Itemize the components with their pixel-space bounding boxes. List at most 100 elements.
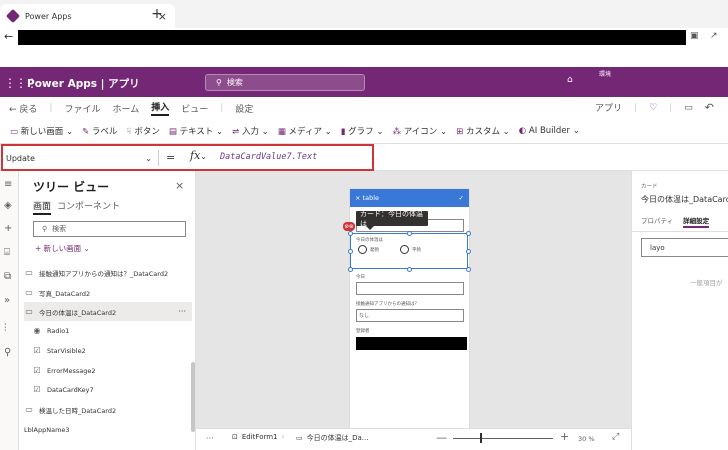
layers-icon[interactable]: ◈ bbox=[4, 200, 12, 211]
resize-handle[interactable] bbox=[348, 231, 353, 236]
resize-handle[interactable] bbox=[466, 267, 471, 272]
icons-button[interactable]: ⁂ アイコン ⌄ bbox=[393, 125, 448, 137]
chart-button[interactable]: ▮ グラフ ⌄ bbox=[341, 125, 384, 137]
button-label: ボタン bbox=[134, 127, 160, 137]
menu-file[interactable]: ファイル bbox=[64, 102, 100, 115]
resize-handle[interactable] bbox=[348, 267, 353, 272]
tree-item[interactable]: ▭ 写真_DataCard2 bbox=[24, 283, 192, 302]
power-automate-icon[interactable]: » bbox=[4, 295, 10, 306]
header-search-input[interactable]: ⚲ 検索 bbox=[205, 74, 365, 91]
radio-normal-label: 平熱 bbox=[412, 248, 421, 253]
card-icon: ▭ bbox=[25, 288, 33, 297]
zoom-in-button[interactable]: + bbox=[560, 430, 569, 443]
breadcrumb-card[interactable]: ▭ 今日の体温は_Da... bbox=[296, 433, 368, 443]
notice-field-value: なし bbox=[359, 313, 370, 319]
custom-button[interactable]: ⊞ カスタム ⌄ bbox=[456, 125, 510, 137]
data-icon[interactable]: ⌸ bbox=[4, 247, 10, 258]
insert-icon[interactable]: + bbox=[4, 223, 12, 234]
properties-tabs: プロパティ 詳細設定 bbox=[641, 215, 710, 228]
tab-components[interactable]: コンポーネント bbox=[57, 199, 120, 215]
radio-fever-label: 発熱 bbox=[370, 248, 379, 253]
comment-icon[interactable]: ▭ bbox=[684, 103, 693, 113]
resize-handle[interactable] bbox=[466, 249, 471, 254]
back-button[interactable]: ← 戻る bbox=[9, 102, 37, 115]
resize-handle[interactable] bbox=[466, 231, 471, 236]
share-icon[interactable]: ↗ bbox=[710, 31, 718, 41]
new-screen-button[interactable]: ▭ 新しい画面 ⌄ bbox=[10, 125, 73, 137]
icons-label: アイコン bbox=[403, 127, 438, 137]
tree-scrollbar[interactable] bbox=[191, 362, 195, 432]
separator: | bbox=[669, 102, 673, 113]
error-icon[interactable]: ⊗⊗ bbox=[343, 222, 355, 231]
stethoscope-icon[interactable]: ♡ bbox=[649, 103, 657, 113]
extension-icon[interactable]: ▣ bbox=[690, 31, 699, 41]
breadcrumb-card-label: 今日の体温は_Da... bbox=[306, 434, 369, 442]
text-button[interactable]: ▤ テキスト ⌄ bbox=[169, 125, 223, 137]
browser-back-button[interactable]: ← bbox=[4, 30, 13, 43]
properties-panel bbox=[631, 171, 728, 450]
edit-icon: ☑ bbox=[33, 346, 41, 355]
new-tab-button[interactable]: + bbox=[150, 6, 164, 22]
breadcrumb-form[interactable]: ⊡ EditForm1 › bbox=[232, 433, 284, 441]
tab-properties[interactable]: プロパティ bbox=[641, 215, 673, 228]
label-button[interactable]: ✎ ラベル bbox=[82, 125, 117, 137]
resize-handle[interactable] bbox=[348, 249, 353, 254]
form-header: × table ✓ bbox=[350, 189, 469, 207]
radio-normal[interactable] bbox=[400, 245, 409, 254]
button-button[interactable]: ☟ ボタン bbox=[126, 125, 159, 137]
tree-item[interactable]: ☑ ErrorMessage2 bbox=[32, 361, 200, 380]
check-icon[interactable]: ✓ bbox=[459, 194, 464, 202]
app-checker-label[interactable]: アプリ bbox=[595, 101, 622, 114]
tree-view-title: ツリー ビュー bbox=[33, 180, 110, 194]
custom-label: カスタム bbox=[465, 127, 500, 137]
search-icon[interactable]: ⚲ bbox=[4, 347, 11, 358]
media-icon[interactable]: ⧉ bbox=[4, 271, 11, 282]
resize-handle[interactable] bbox=[407, 267, 412, 272]
registrant-field-redacted[interactable] bbox=[356, 337, 467, 350]
ai-builder-button[interactable]: ◐ AI Builder ⌄ bbox=[519, 126, 580, 136]
breadcrumb-overflow[interactable]: ··· bbox=[206, 434, 214, 443]
close-icon[interactable]: × bbox=[355, 194, 360, 202]
menu-settings[interactable]: 設定 bbox=[235, 102, 253, 115]
menu-insert[interactable]: 挿入 bbox=[151, 100, 170, 116]
form-header-left: × table bbox=[355, 194, 379, 202]
zoom-slider[interactable] bbox=[453, 438, 553, 439]
resize-handle[interactable] bbox=[407, 231, 412, 236]
tree-item[interactable]: LblAppName3 bbox=[24, 420, 192, 439]
tree-item-label: 今日の体温は_DataCard2 bbox=[39, 308, 117, 317]
undo-icon[interactable]: ↶ bbox=[705, 101, 714, 114]
variables-icon[interactable]: ⫶ bbox=[4, 323, 7, 334]
tab-screens[interactable]: 画面 bbox=[33, 199, 52, 215]
more-options-button[interactable]: ··· bbox=[178, 307, 186, 316]
environment-icon[interactable]: ⌂ bbox=[567, 75, 573, 85]
environment-label: 環境 bbox=[599, 71, 612, 78]
address-field-redacted[interactable] bbox=[18, 30, 686, 45]
radio-fever[interactable] bbox=[358, 245, 367, 254]
property-search-input[interactable]: layo bbox=[641, 238, 728, 257]
tree-item[interactable]: ☑ DataCardKey7 bbox=[32, 380, 200, 399]
tree-item[interactable]: ☑ StarVisible2 bbox=[32, 341, 200, 360]
zoom-slider-thumb[interactable] bbox=[480, 433, 482, 443]
tooltip-arrow bbox=[366, 226, 374, 230]
tree-item[interactable]: ▭ 接触通知アプリからの通知は？_DataCard2 bbox=[24, 263, 192, 282]
tree-item[interactable]: ▭ 検温した日時_DataCard2 bbox=[24, 400, 192, 419]
new-screen-button[interactable]: + 新しい画面 ⌄ bbox=[35, 243, 90, 254]
browser-tab[interactable]: Power Apps × bbox=[0, 4, 175, 28]
tree-search-input[interactable]: ⚲ 検索 bbox=[33, 221, 186, 237]
close-tree-view-button[interactable]: × bbox=[175, 179, 184, 192]
button-icon: ☟ bbox=[126, 127, 132, 137]
media-label: メディア bbox=[288, 127, 322, 137]
menu-icon[interactable]: ≡ bbox=[4, 179, 12, 190]
today-field[interactable] bbox=[356, 282, 464, 295]
tree-item-selected[interactable]: ▭ 今日の体温は_DataCard2 ··· bbox=[24, 302, 192, 321]
input-button[interactable]: ⇌ 入力 ⌄ bbox=[232, 125, 269, 137]
tree-item[interactable]: ◉ Radio1 bbox=[32, 321, 200, 340]
menu-home[interactable]: ホーム bbox=[112, 102, 139, 115]
tab-advanced[interactable]: 詳細設定 bbox=[683, 215, 710, 228]
media-button[interactable]: ▦ メディア ⌄ bbox=[278, 125, 332, 137]
chart-icon: ▮ bbox=[340, 127, 346, 137]
menu-view[interactable]: ビュー bbox=[181, 102, 208, 115]
zoom-out-button[interactable]: — bbox=[436, 431, 447, 444]
fit-screen-icon[interactable]: ⤢ bbox=[612, 432, 619, 442]
notice-field[interactable]: なし bbox=[356, 309, 464, 322]
